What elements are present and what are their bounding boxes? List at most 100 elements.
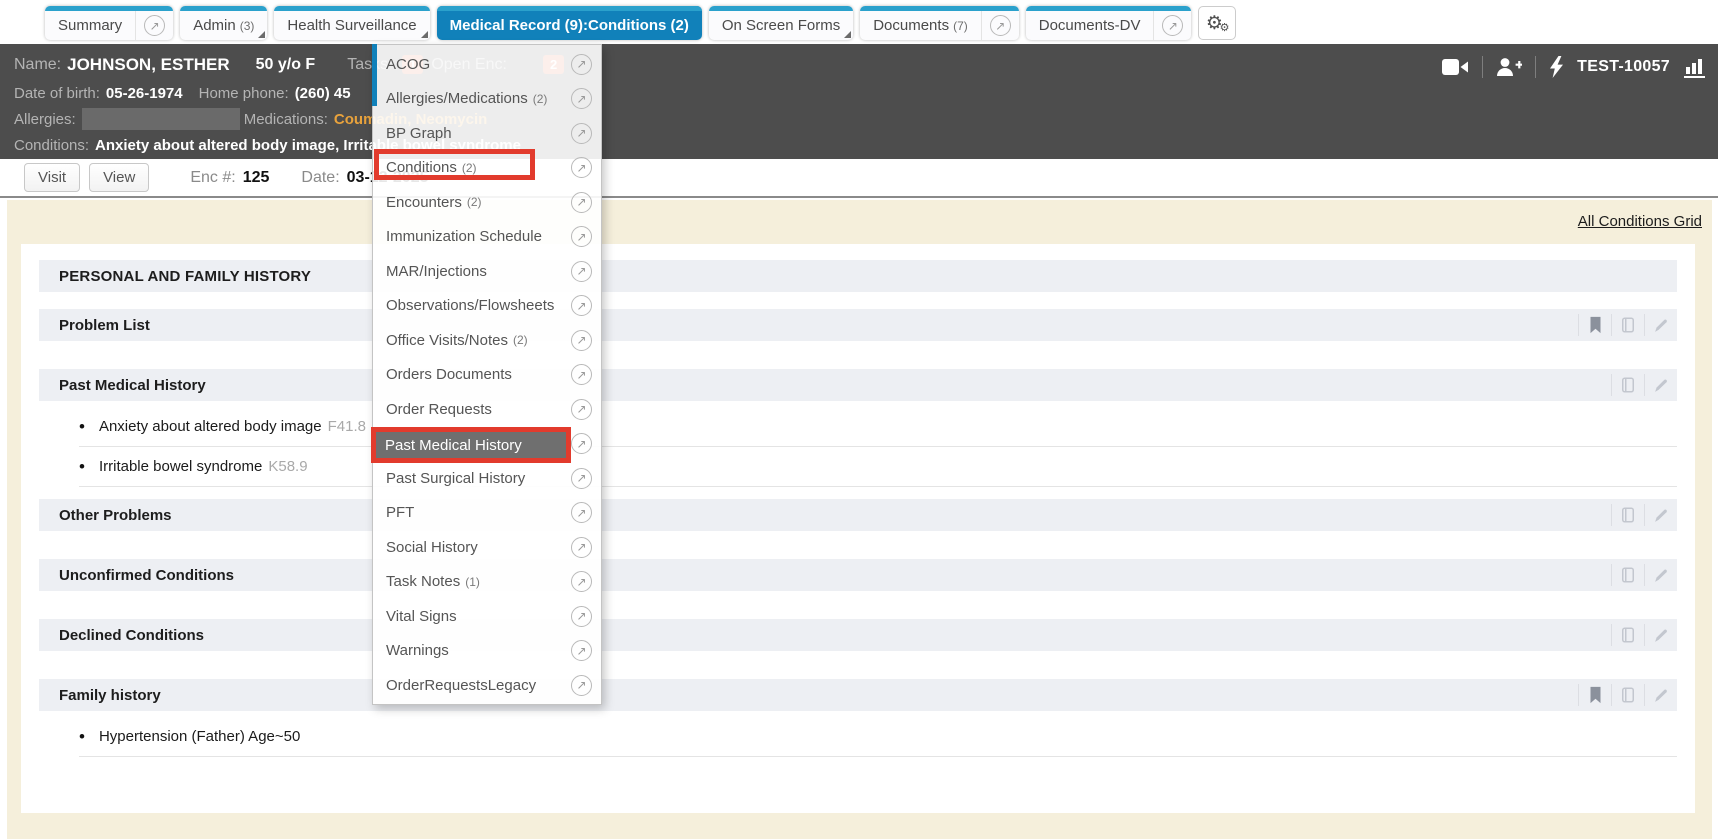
section-header-text: Past Medical History [59,377,206,394]
menu-item-social-history[interactable]: Social History [373,530,601,565]
book-icon[interactable] [1611,684,1644,706]
tab-documents[interactable]: Documents (7) [860,6,1019,40]
book-icon[interactable] [1611,374,1644,396]
section-family-history: Family history [39,679,1677,711]
dob-label: Date of birth: [14,85,100,102]
condition-text: Irritable bowel syndrome [99,458,262,475]
open-in-new-arrow-icon[interactable] [571,502,592,523]
view-button[interactable]: View [89,163,149,192]
top-tab-bar: Summary Admin(3) Health Surveillance Med… [0,0,1718,44]
pencil-icon[interactable] [1644,624,1677,646]
menu-item-observations-flowsheets[interactable]: Observations/Flowsheets [373,289,601,324]
bar-chart-icon[interactable] [1683,57,1706,78]
menu-item-past-surgical-history[interactable]: Past Surgical History [373,461,601,496]
medical-record-dropdown-menu: ACOG Allergies/Medications(2) BP Graph C… [372,44,602,705]
menu-item-office-visits-notes[interactable]: Office Visits/Notes(2) [373,323,601,358]
icd-code: F41.8 [328,418,366,435]
all-conditions-grid-link[interactable]: All Conditions Grid [1578,213,1702,230]
book-icon[interactable] [1611,624,1644,646]
bookmark-icon[interactable] [1578,684,1611,706]
section-declined-conditions: Declined Conditions [39,619,1677,651]
patient-banner: Name: JOHNSON, ESTHER 50 y/o F Tasks 1 O… [0,44,1718,159]
tab-admin[interactable]: Admin(3) [180,6,267,40]
menu-item-bp-graph[interactable]: BP Graph [373,116,601,151]
open-in-new-arrow-icon[interactable] [571,468,592,489]
tab-label: Documents [873,17,949,34]
menu-item-immunization-schedule[interactable]: Immunization Schedule [373,220,601,255]
book-icon[interactable] [1611,314,1644,336]
menu-item-orders-documents[interactable]: Orders Documents [373,358,601,393]
dropdown-fold-icon [258,31,265,38]
open-in-new-arrow-icon[interactable] [571,364,592,385]
section-title: PERSONAL AND FAMILY HISTORY [39,260,1677,292]
visit-button[interactable]: Visit [24,163,80,192]
open-in-new-arrow-icon[interactable] [1162,15,1183,36]
menu-item-task-notes[interactable]: Task Notes(1) [373,565,601,600]
open-in-new-arrow-icon[interactable] [144,15,165,36]
pencil-icon[interactable] [1644,374,1677,396]
tab-summary[interactable]: Summary [45,6,173,40]
conditions-content-area: All Conditions Grid PERSONAL AND FAMILY … [7,200,1712,839]
tab-documents-dv[interactable]: Documents-DV [1026,6,1192,40]
open-in-new-arrow-icon[interactable] [571,157,592,178]
open-in-new-arrow-icon[interactable] [571,571,592,592]
section-unconfirmed-conditions: Unconfirmed Conditions [39,559,1677,591]
family-history-items: Hypertension (Father) Age~50 [79,717,1677,757]
menu-item-allergies-medications[interactable]: Allergies/Medications(2) [373,82,601,117]
open-in-new-arrow-icon[interactable] [571,54,592,75]
section-header-text: Unconfirmed Conditions [59,567,234,584]
open-in-new-arrow-icon[interactable] [571,399,592,420]
pencil-icon[interactable] [1644,684,1677,706]
book-icon[interactable] [1611,564,1644,586]
open-in-new-arrow-icon[interactable] [571,295,592,316]
book-icon[interactable] [1611,504,1644,526]
patient-name: JOHNSON, ESTHER [67,55,229,75]
lightning-bolt-icon[interactable] [1549,56,1564,78]
pencil-icon[interactable] [1644,314,1677,336]
icd-code: K58.9 [268,458,307,475]
menu-item-orderrequestslegacy[interactable]: OrderRequestsLegacy [373,668,601,703]
enc-number-value: 125 [243,169,270,187]
bookmark-icon[interactable] [1578,314,1611,336]
pencil-icon[interactable] [1644,564,1677,586]
past-medical-history-items: Anxiety about altered body image F41.8 I… [79,407,1677,487]
open-in-new-arrow-icon[interactable] [571,88,592,109]
menu-item-acog[interactable]: ACOG [373,47,601,82]
section-header-text: Family history [59,687,161,704]
open-in-new-arrow-icon[interactable] [571,123,592,144]
open-in-new-arrow-icon[interactable] [571,261,592,282]
open-in-new-arrow-icon[interactable] [571,606,592,627]
section-title-text: PERSONAL AND FAMILY HISTORY [59,268,311,285]
menu-item-encounters[interactable]: Encounters(2) [373,185,601,220]
open-in-new-arrow-icon[interactable] [571,640,592,661]
menu-item-vital-signs[interactable]: Vital Signs [373,599,601,634]
add-person-icon[interactable] [1496,56,1522,78]
open-in-new-arrow-icon[interactable] [571,537,592,558]
settings-gear-button[interactable] [1198,6,1236,40]
open-in-new-arrow-icon[interactable] [571,433,592,454]
open-in-new-arrow-icon[interactable] [571,675,592,696]
open-in-new-arrow-icon[interactable] [571,330,592,351]
personal-family-history-panel: PERSONAL AND FAMILY HISTORY Problem List… [21,244,1695,813]
tab-count: (7) [953,19,968,33]
open-in-new-arrow-icon[interactable] [571,226,592,247]
tab-health-surveillance[interactable]: Health Surveillance [274,6,429,40]
patient-banner-line2: Date of birth: 05-26-1974 Home phone: (2… [14,80,1718,106]
annotation-box-past-medical-history[interactable]: Past Medical History [371,427,571,463]
tab-on-screen-forms[interactable]: On Screen Forms [709,6,853,40]
tab-label: Health Surveillance [274,6,429,40]
open-in-new-arrow-icon[interactable] [571,192,592,213]
video-camera-icon[interactable] [1442,57,1469,77]
open-in-new-arrow-icon[interactable] [990,15,1011,36]
tab-medical-record-active[interactable]: Medical Record (9):Conditions (2) [437,6,702,40]
pencil-icon[interactable] [1644,504,1677,526]
menu-item-warnings[interactable]: Warnings [373,634,601,669]
condition-text: Hypertension (Father) Age~50 [99,728,300,745]
section-header-text: Declined Conditions [59,627,204,644]
patient-age-sex: 50 y/o F [256,56,316,74]
menu-item-mar-injections[interactable]: MAR/Injections [373,254,601,289]
patient-id: TEST-10057 [1577,58,1670,76]
menu-item-pft[interactable]: PFT [373,496,601,531]
menu-item-order-requests[interactable]: Order Requests [373,392,601,427]
home-phone-value: (260) 45 [295,85,351,102]
